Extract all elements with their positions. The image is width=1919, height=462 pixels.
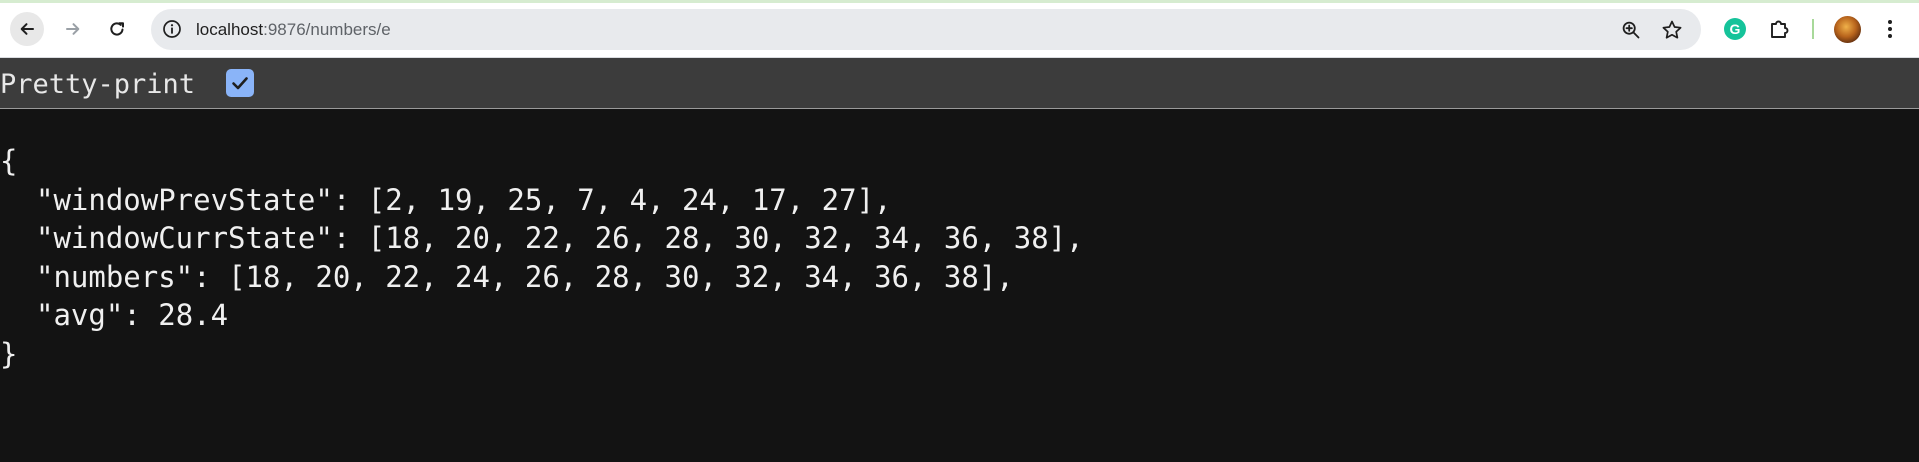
pretty-print-checkbox[interactable] [226,69,254,97]
puzzle-icon [1771,20,1789,38]
json-key-avg: "avg" [36,298,124,332]
grammarly-letter: G [1729,21,1741,37]
reload-icon [110,22,124,36]
star-icon [1662,20,1682,39]
json-value-avg: 28.4 [158,298,229,332]
json-value-windowprevstate: [2, 19, 25, 7, 4, 24, 17, 27], [367,182,892,217]
url-host: localhost [196,20,264,39]
url-path: :9876/numbers/e [263,20,391,39]
json-close-brace: } [0,336,18,371]
back-button[interactable] [10,12,44,46]
site-info-button[interactable] [161,18,183,40]
profile-avatar[interactable] [1834,16,1861,43]
checkmark-icon [232,77,248,90]
address-bar[interactable]: localhost:9876/numbers/e [151,9,1701,50]
json-key-windowcurrstate: "windowCurrState" [36,221,333,255]
json-open-brace: { [0,144,18,178]
grammarly-extension-button[interactable]: G [1721,15,1749,43]
url-text[interactable]: localhost:9876/numbers/e [196,20,391,40]
zoom-icon [1622,21,1640,39]
json-content: { "windowPrevState": [2, 19, 25, 7, 4, 2… [0,144,1084,371]
arrow-right-icon [66,23,80,35]
json-value-windowcurrstate: [18, 20, 22, 26, 28, 30, 32, 34, 36, 38]… [367,221,1084,255]
kebab-menu-icon[interactable] [1880,17,1900,41]
forward-button[interactable] [56,12,90,46]
browser-toolbar: localhost:9876/numbers/e G [0,0,1919,58]
json-key-windowprevstate: "windowPrevState" [36,182,333,217]
tab-strip-edge [0,0,1919,3]
grammarly-icon: G [1724,18,1746,40]
arrow-left-icon [20,23,34,35]
toolbar-separator [1812,19,1814,39]
extensions-button[interactable] [1766,15,1794,43]
info-icon [163,20,181,38]
pretty-print-label: Pretty-print [0,69,196,100]
json-viewer-toolbar: Pretty-print [0,58,1919,109]
bookmark-button[interactable] [1659,17,1685,43]
json-key-numbers: "numbers" [36,259,194,294]
zoom-button[interactable] [1619,18,1643,42]
json-value-numbers: [18, 20, 22, 24, 26, 28, 30, 32, 34, 36,… [228,259,1014,294]
reload-button[interactable] [100,12,134,46]
